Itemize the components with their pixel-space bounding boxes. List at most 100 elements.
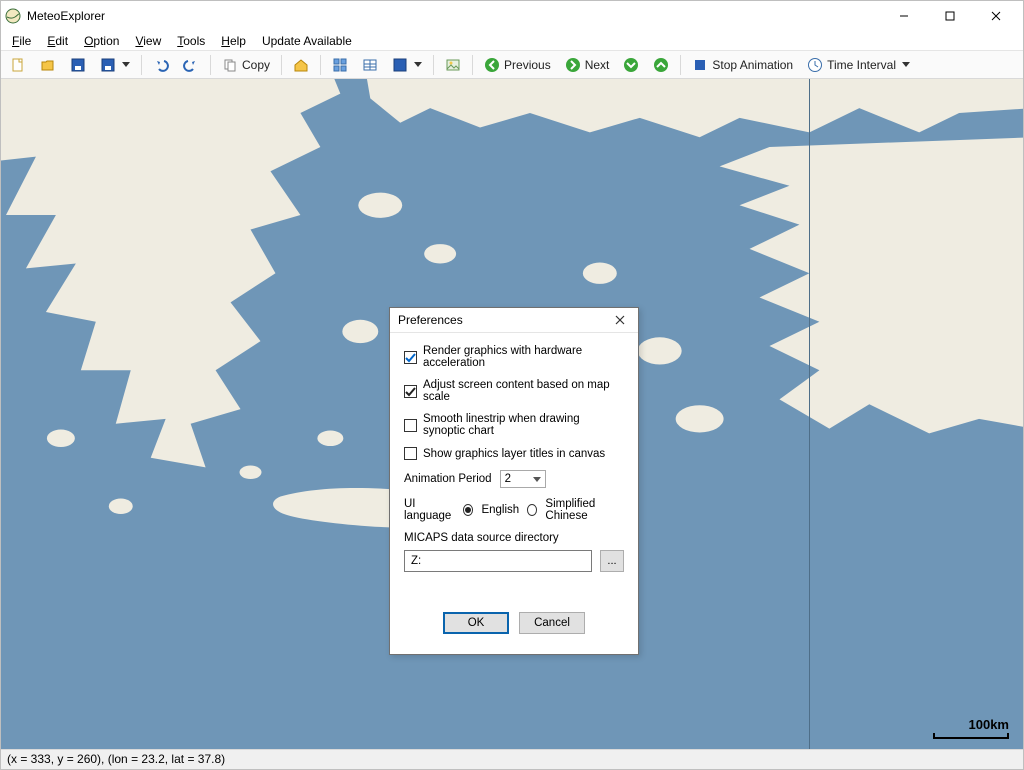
smooth-line-checkbox[interactable] (404, 419, 417, 432)
toolbar-separator (281, 55, 282, 75)
menu-option[interactable]: Option (77, 32, 126, 50)
adjust-scale-checkbox[interactable] (404, 385, 417, 398)
app-window: MeteoExplorer File Edit Option View Tool… (0, 0, 1024, 770)
copy-button[interactable]: Copy (217, 54, 275, 76)
next-label: Next (585, 58, 610, 72)
ok-button[interactable]: OK (443, 612, 509, 634)
undo-button[interactable] (148, 54, 174, 76)
app-icon (5, 8, 21, 24)
animation-period-label: Animation Period (404, 473, 492, 485)
browse-button[interactable]: ... (600, 550, 624, 572)
save-icon (100, 57, 116, 73)
clock-icon (807, 57, 823, 73)
smooth-line-label: Smooth linestrip when drawing synoptic c… (423, 413, 624, 437)
animation-period-select[interactable]: 2 (500, 470, 546, 488)
picture-button[interactable] (440, 54, 466, 76)
chevron-down-icon (533, 477, 541, 482)
folder-open-icon (40, 57, 56, 73)
copy-label: Copy (242, 58, 270, 72)
color-dropdown-button[interactable] (387, 54, 427, 76)
menu-update[interactable]: Update Available (255, 32, 359, 50)
toolbar-separator (680, 55, 681, 75)
layer-titles-checkbox[interactable] (404, 447, 417, 460)
chevron-down-icon (902, 62, 910, 67)
toolbar-separator (472, 55, 473, 75)
status-bar: (x = 333, y = 260), (lon = 23.2, lat = 3… (1, 749, 1023, 769)
color-square-icon (392, 57, 408, 73)
maximize-button[interactable] (927, 1, 973, 31)
grid-icon (332, 57, 348, 73)
dialog-body: Render graphics with hardware accelerati… (390, 333, 638, 654)
time-interval-label: Time Interval (827, 58, 896, 72)
chevron-down-icon (414, 62, 422, 67)
title-bar: MeteoExplorer (1, 1, 1023, 31)
time-interval-button[interactable]: Time Interval (802, 54, 915, 76)
arrow-left-circle-icon (484, 57, 500, 73)
hw-accel-label: Render graphics with hardware accelerati… (423, 345, 624, 369)
scale-bar-line (933, 733, 1009, 739)
map-canvas[interactable]: 100km Preferences Render graphics with h… (1, 79, 1023, 749)
hw-accel-checkbox[interactable] (404, 351, 417, 364)
up-button[interactable] (648, 54, 674, 76)
toolbar-separator (141, 55, 142, 75)
redo-button[interactable] (178, 54, 204, 76)
close-button[interactable] (973, 1, 1019, 31)
scale-bar: 100km (933, 717, 1009, 739)
toolbar: Copy Previous Next Stop Animation Time I… (1, 51, 1023, 79)
cancel-button[interactable]: Cancel (519, 612, 585, 634)
down-button[interactable] (618, 54, 644, 76)
layer-titles-label: Show graphics layer titles in canvas (423, 448, 605, 460)
dialog-title-bar: Preferences (390, 308, 638, 333)
open-button[interactable] (35, 54, 61, 76)
save-button[interactable] (65, 54, 91, 76)
save-dropdown-button[interactable] (95, 54, 135, 76)
previous-label: Previous (504, 58, 551, 72)
dialog-close-button[interactable] (610, 310, 630, 330)
app-title: MeteoExplorer (27, 9, 105, 23)
table-icon (362, 57, 378, 73)
lang-english-radio[interactable] (463, 504, 473, 516)
menu-tools[interactable]: Tools (170, 32, 212, 50)
menu-file[interactable]: File (5, 32, 38, 50)
status-coordinates: (x = 333, y = 260), (lon = 23.2, lat = 3… (7, 752, 225, 766)
lang-chinese-radio[interactable] (527, 504, 537, 516)
undo-icon (153, 57, 169, 73)
toolbar-separator (320, 55, 321, 75)
save-icon (70, 57, 86, 73)
arrow-down-circle-icon (623, 57, 639, 73)
stop-label: Stop Animation (712, 58, 793, 72)
animation-period-value: 2 (505, 473, 511, 485)
window-controls (881, 1, 1019, 31)
home-icon (293, 57, 309, 73)
copy-icon (222, 57, 238, 73)
menu-view[interactable]: View (128, 32, 168, 50)
stop-animation-button[interactable]: Stop Animation (687, 54, 798, 76)
file-icon (10, 57, 26, 73)
adjust-scale-label: Adjust screen content based on map scale (423, 379, 624, 403)
panel-divider (809, 79, 810, 749)
lang-english-label: English (481, 504, 519, 516)
next-button[interactable]: Next (560, 54, 615, 76)
micaps-dir-input[interactable] (404, 550, 592, 572)
dialog-title: Preferences (398, 313, 463, 327)
menu-help[interactable]: Help (214, 32, 253, 50)
minimize-button[interactable] (881, 1, 927, 31)
arrow-right-circle-icon (565, 57, 581, 73)
new-file-button[interactable] (5, 54, 31, 76)
scale-label: 100km (969, 717, 1009, 732)
chevron-down-icon (122, 62, 130, 67)
ui-language-label: UI language (404, 498, 455, 522)
toolbar-separator (433, 55, 434, 75)
previous-button[interactable]: Previous (479, 54, 556, 76)
table-view-button[interactable] (357, 54, 383, 76)
arrow-up-circle-icon (653, 57, 669, 73)
preferences-dialog: Preferences Render graphics with hardwar… (389, 307, 639, 655)
home-button[interactable] (288, 54, 314, 76)
lang-chinese-label: Simplified Chinese (545, 498, 624, 522)
menu-edit[interactable]: Edit (40, 32, 75, 50)
redo-icon (183, 57, 199, 73)
grid-view-button[interactable] (327, 54, 353, 76)
picture-icon (445, 57, 461, 73)
menu-bar: File Edit Option View Tools Help Update … (1, 31, 1023, 51)
toolbar-separator (210, 55, 211, 75)
